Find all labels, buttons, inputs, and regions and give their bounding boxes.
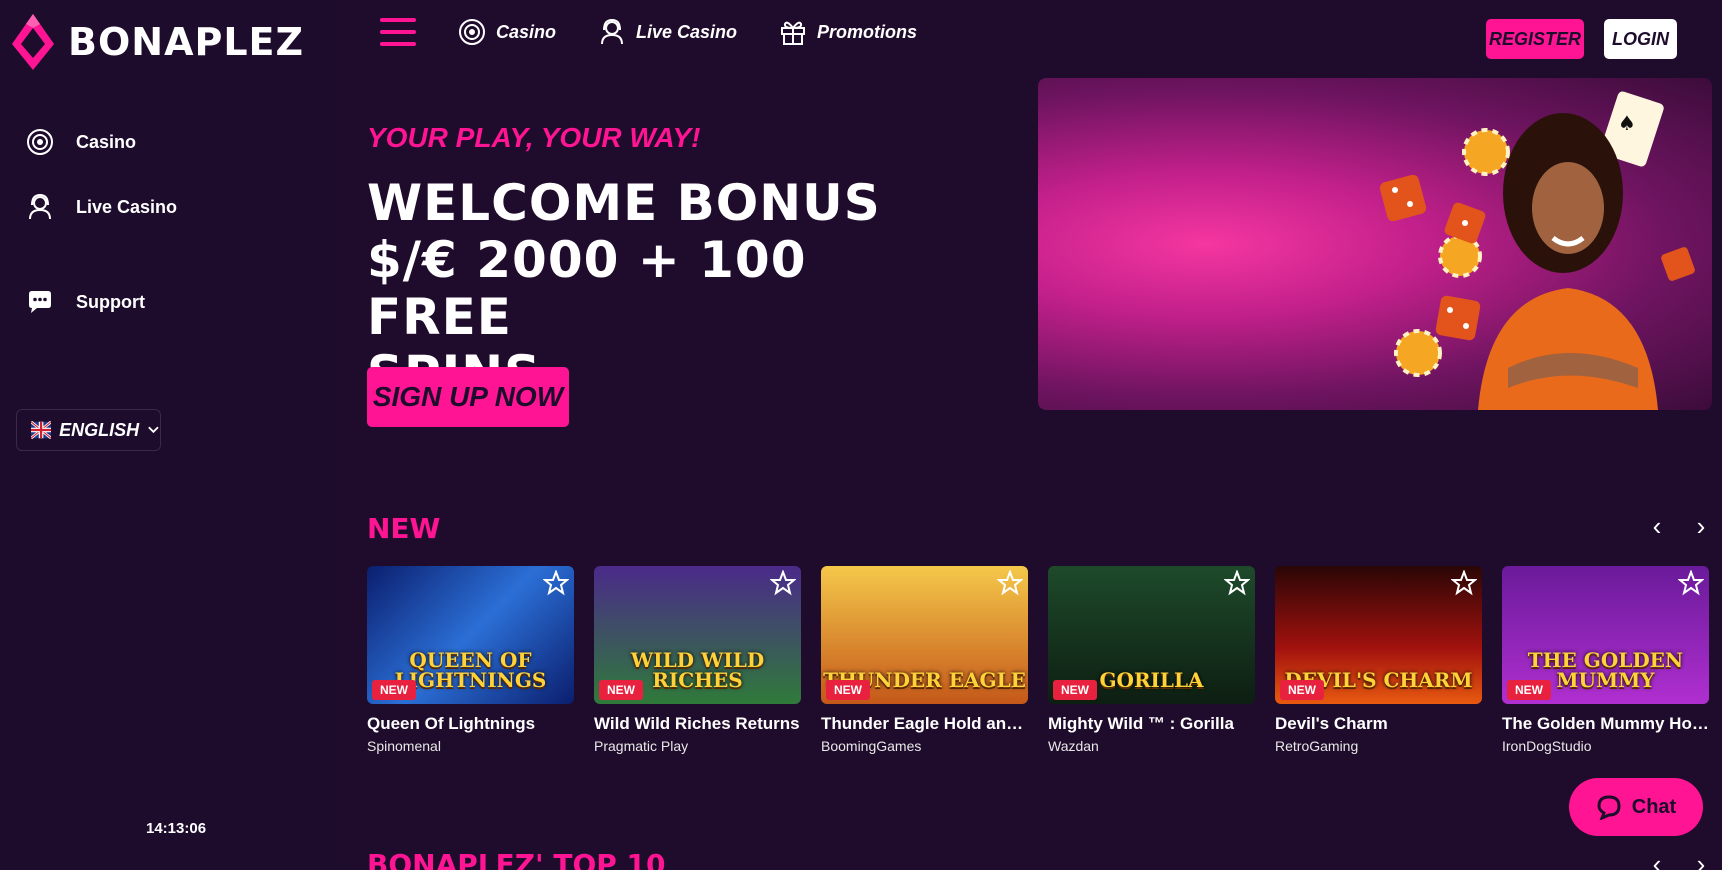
new-badge: NEW xyxy=(372,680,416,700)
game-thumbnail[interactable]: QUEEN OF LIGHTNINGS NEW xyxy=(367,566,574,704)
live-dealer-icon xyxy=(601,18,624,45)
game-card[interactable]: GORILLA NEW Mighty Wild ™ : Gorilla Wazd… xyxy=(1048,566,1255,754)
login-button[interactable]: LOGIN xyxy=(1604,19,1677,59)
sidebar-item-label: Casino xyxy=(76,131,137,152)
gift-icon xyxy=(781,21,806,45)
game-name: Wild Wild Riches Returns xyxy=(594,714,800,733)
chevron-down-icon xyxy=(148,426,159,434)
star-icon[interactable] xyxy=(997,570,1023,596)
svg-text:♠: ♠ xyxy=(1618,111,1636,135)
game-name: Thunder Eagle Hold and Wi... xyxy=(821,714,1028,733)
star-icon[interactable] xyxy=(1224,570,1250,596)
game-provider: Spinomenal xyxy=(367,738,441,754)
casino-chip-icon xyxy=(459,19,485,45)
hero-headline-line: $/€ 2000 + 100 FREE xyxy=(367,231,807,346)
new-badge: NEW xyxy=(826,680,870,700)
hero-tagline: YOUR PLAY, YOUR WAY! xyxy=(367,122,701,153)
game-name: Devil's Charm xyxy=(1275,714,1388,733)
game-thumbnail[interactable]: WILD WILD RICHES NEW xyxy=(594,566,801,704)
new-badge: NEW xyxy=(1507,680,1551,700)
live-dealer-icon xyxy=(29,193,51,220)
game-provider: Wazdan xyxy=(1048,738,1099,754)
game-card[interactable]: THUNDER EAGLE NEW Thunder Eagle Hold and… xyxy=(821,566,1028,754)
game-name: The Golden Mummy Hold a... xyxy=(1502,714,1709,733)
game-card[interactable]: WILD WILD RICHES NEW Wild Wild Riches Re… xyxy=(594,566,801,754)
new-badge: NEW xyxy=(1280,680,1324,700)
new-games-carousel: QUEEN OF LIGHTNINGS NEW Queen Of Lightni… xyxy=(367,566,1709,754)
game-provider: BoomingGames xyxy=(821,738,922,754)
nav-link-promotions[interactable]: Promotions xyxy=(779,18,917,46)
hero-banner-image: ♠ xyxy=(1038,78,1712,410)
nav-link-live-casino[interactable]: Live Casino xyxy=(598,18,737,46)
game-thumbnail[interactable]: THUNDER EAGLE NEW xyxy=(821,566,1028,704)
game-card[interactable]: QUEEN OF LIGHTNINGS NEW Queen Of Lightni… xyxy=(367,566,574,754)
chat-bubble-icon xyxy=(1597,795,1621,820)
top-navigation: Casino Live Casino Promotions xyxy=(380,18,917,46)
sidebar-item-label: Support xyxy=(76,291,145,312)
game-name: Queen Of Lightnings xyxy=(367,714,536,733)
nav-link-label: Casino xyxy=(496,21,557,42)
carousel-next-arrow-icon[interactable]: › xyxy=(1689,851,1713,870)
register-button[interactable]: REGISTER xyxy=(1486,19,1584,59)
star-icon[interactable] xyxy=(770,570,796,596)
carousel-prev-arrow-icon[interactable]: ‹ xyxy=(1645,513,1669,539)
new-badge: NEW xyxy=(599,680,643,700)
banner-illustration: ♠ xyxy=(1379,91,1695,410)
chat-label: Chat xyxy=(1631,795,1677,818)
carousel-prev-arrow-icon[interactable]: ‹ xyxy=(1645,851,1669,870)
game-thumbnail[interactable]: DEVIL'S CHARM NEW xyxy=(1275,566,1482,704)
hero-headline-line: WELCOME BONUS xyxy=(367,174,881,232)
star-icon[interactable] xyxy=(1678,570,1704,596)
language-selector[interactable]: ENGLISH xyxy=(16,409,161,451)
new-badge: NEW xyxy=(1053,680,1097,700)
game-card[interactable]: DEVIL'S CHARM NEW Devil's Charm RetroGam… xyxy=(1275,566,1482,754)
language-label: ENGLISH xyxy=(59,419,140,440)
sidebar-item-label: Live Casino xyxy=(76,196,178,217)
sidebar-item-casino[interactable]: Casino xyxy=(26,128,136,156)
main-content: Casino Live Casino Promotions REGISTER L… xyxy=(345,0,1722,870)
brand-logo[interactable]: BONAPLEZ xyxy=(10,12,304,72)
star-icon[interactable] xyxy=(1451,570,1477,596)
sign-up-button[interactable]: SIGN UP NOW xyxy=(367,367,569,427)
game-card[interactable]: THE GOLDEN MUMMY NEW The Golden Mummy Ho… xyxy=(1502,566,1709,754)
carousel-next-arrow-icon[interactable]: › xyxy=(1689,513,1713,539)
brand-name: BONAPLEZ xyxy=(68,20,305,64)
sidebar-item-support[interactable]: Support xyxy=(26,288,145,316)
nav-link-label: Promotions xyxy=(817,21,918,42)
menu-icon[interactable] xyxy=(380,18,416,46)
game-provider: IronDogStudio xyxy=(1502,738,1592,754)
game-provider: RetroGaming xyxy=(1275,738,1359,754)
chat-bubble-icon xyxy=(29,291,51,313)
uk-flag-icon xyxy=(31,421,52,439)
casino-chip-icon xyxy=(27,129,53,155)
nav-link-casino[interactable]: Casino xyxy=(458,18,556,46)
section-title-top10: BONAPLEZ' TOP 10 xyxy=(367,848,666,870)
chat-button[interactable]: Chat xyxy=(1569,778,1703,836)
section-title-new: NEW xyxy=(367,512,441,545)
clock: 14:13:06 xyxy=(146,820,207,837)
game-thumbnail[interactable]: GORILLA NEW xyxy=(1048,566,1255,704)
nav-link-label: Live Casino xyxy=(636,21,738,42)
diamond-logo-icon xyxy=(12,14,54,70)
game-provider: Pragmatic Play xyxy=(594,738,689,754)
sidebar: BONAPLEZ Casino Live Casino Support ENGL… xyxy=(0,0,345,870)
star-icon[interactable] xyxy=(543,570,569,596)
sidebar-item-live-casino[interactable]: Live Casino xyxy=(26,193,177,221)
game-thumbnail[interactable]: THE GOLDEN MUMMY NEW xyxy=(1502,566,1709,704)
game-name: Mighty Wild ™ : Gorilla xyxy=(1048,714,1234,733)
